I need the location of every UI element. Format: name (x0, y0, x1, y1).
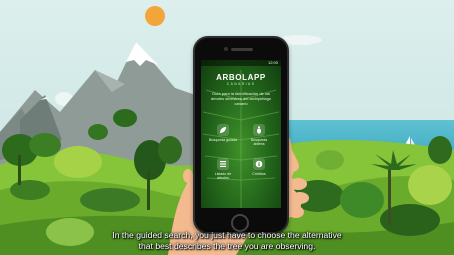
app-title: ARBOLAPP (216, 73, 266, 82)
credits-button[interactable]: Créditos (245, 158, 273, 186)
credits-label: Créditos (252, 172, 266, 176)
subtitle-caption: In the guided search, you just have to c… (0, 230, 454, 252)
open-search-button[interactable]: Búsqueda abierta (245, 124, 273, 152)
phone-speaker (231, 48, 253, 51)
info-icon (253, 158, 265, 170)
caption-line-2: that best describes the tree you are obs… (138, 241, 316, 251)
footprint-icon (253, 124, 265, 136)
tree-list-label: Listado de árboles (214, 172, 232, 180)
list-icon (217, 158, 229, 170)
tree-list-button[interactable]: Listado de árboles (209, 158, 237, 186)
status-bar: 12:00 (201, 60, 281, 66)
app-subtitle: CANARIAS (226, 82, 256, 86)
video-frame: 12:00 ARBOLAPP CANARIAS Guía para la ide… (0, 0, 454, 255)
caption-line-1: In the guided search, you just have to c… (112, 230, 342, 240)
app-description: Guía para la identificación de los árbol… (210, 91, 272, 106)
leaf-icon (217, 124, 229, 136)
guided-search-button[interactable]: Búsqueda guiada (209, 124, 237, 152)
open-search-label: Búsqueda abierta (250, 138, 268, 146)
smartphone: 12:00 ARBOLAPP CANARIAS Guía para la ide… (193, 36, 289, 234)
app-screen: 12:00 ARBOLAPP CANARIAS Guía para la ide… (201, 60, 281, 208)
guided-search-label: Búsqueda guiada (209, 138, 237, 142)
front-camera (224, 47, 228, 51)
status-time: 12:00 (267, 60, 278, 65)
